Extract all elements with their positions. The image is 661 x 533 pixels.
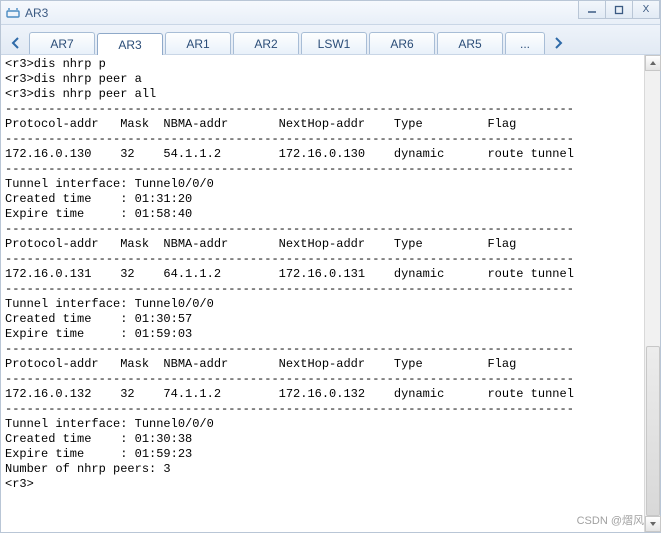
terminal-line: Tunnel interface: Tunnel0/0/0 [5,297,656,312]
terminal-line: Protocol-addr Mask NBMA-addr NextHop-add… [5,237,656,252]
terminal-line: Created time : 01:30:38 [5,432,656,447]
terminal-line: Expire time : 01:59:03 [5,327,656,342]
tab-ar2[interactable]: AR2 [233,32,299,54]
tab-nav-prev[interactable] [5,32,27,54]
close-button[interactable]: X [632,1,660,19]
terminal-line: ----------------------------------------… [5,342,656,357]
terminal-line: Created time : 01:30:57 [5,312,656,327]
window-controls: X [579,1,660,19]
terminal-line: <r3>dis nhrp p [5,57,656,72]
terminal-line: Tunnel interface: Tunnel0/0/0 [5,177,656,192]
terminal-line: Expire time : 01:59:23 [5,447,656,462]
terminal-line: <r3> [5,477,656,492]
terminal-line: ----------------------------------------… [5,222,656,237]
vertical-scrollbar[interactable] [644,55,660,532]
terminal-line: <r3>dis nhrp peer all [5,87,656,102]
tab-ar5[interactable]: AR5 [437,32,503,54]
terminal-line: ----------------------------------------… [5,132,656,147]
terminal-output[interactable]: <r3>dis nhrp p<r3>dis nhrp peer a<r3>dis… [1,55,660,532]
terminal-line: 172.16.0.130 32 54.1.1.2 172.16.0.130 dy… [5,147,656,162]
app-icon [5,5,21,21]
terminal-line: 172.16.0.131 32 64.1.1.2 172.16.0.131 dy… [5,267,656,282]
scroll-down-button[interactable] [645,516,661,532]
terminal-line: ----------------------------------------… [5,252,656,267]
terminal-line: Tunnel interface: Tunnel0/0/0 [5,417,656,432]
window-titlebar: AR3 X [1,1,660,25]
scroll-up-button[interactable] [645,55,661,71]
tab-ar1[interactable]: AR1 [165,32,231,54]
tab-more[interactable]: ... [505,32,545,54]
scroll-thumb[interactable] [646,346,660,516]
maximize-button[interactable] [605,1,633,19]
window-title: AR3 [25,6,48,20]
tab-ar3[interactable]: AR3 [97,33,163,55]
terminal-line: 172.16.0.132 32 74.1.1.2 172.16.0.132 dy… [5,387,656,402]
terminal-line: ----------------------------------------… [5,162,656,177]
terminal-line: <r3>dis nhrp peer a [5,72,656,87]
tab-nav-next[interactable] [547,32,569,54]
terminal-line: Expire time : 01:58:40 [5,207,656,222]
tab-bar: AR7 AR3 AR1 AR2 LSW1 AR6 AR5 ... [1,25,660,55]
terminal-line: ----------------------------------------… [5,402,656,417]
terminal-line: Number of nhrp peers: 3 [5,462,656,477]
tab-ar6[interactable]: AR6 [369,32,435,54]
terminal-line: Protocol-addr Mask NBMA-addr NextHop-add… [5,357,656,372]
terminal-line: ----------------------------------------… [5,372,656,387]
minimize-button[interactable] [578,1,606,19]
tab-ar7[interactable]: AR7 [29,32,95,54]
terminal-line: Created time : 01:31:20 [5,192,656,207]
terminal-line: ----------------------------------------… [5,102,656,117]
terminal-line: ----------------------------------------… [5,282,656,297]
tab-lsw1[interactable]: LSW1 [301,32,367,54]
terminal-line: Protocol-addr Mask NBMA-addr NextHop-add… [5,117,656,132]
